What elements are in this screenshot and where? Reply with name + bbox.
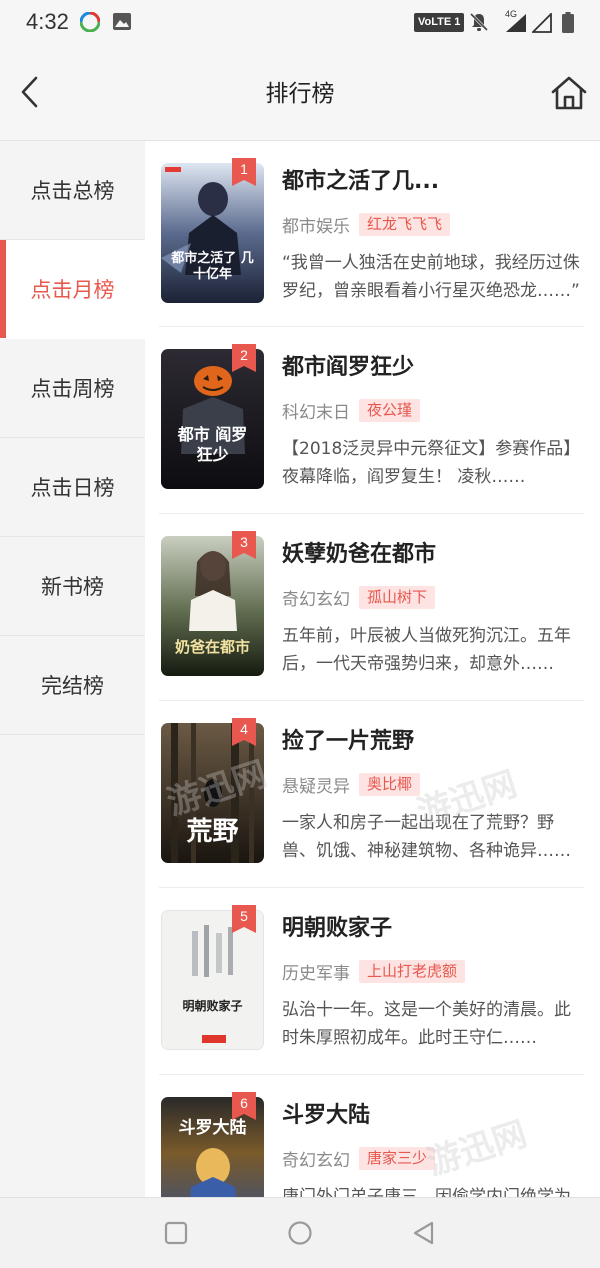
image-notification-icon — [113, 13, 131, 30]
author-tag: 上山打老虎额 — [359, 959, 466, 983]
signal-icon — [505, 13, 527, 33]
sidebar-item-weekly-clicks[interactable]: 点击周榜 — [0, 339, 145, 438]
signal-empty-icon — [530, 11, 552, 33]
triangle-back-icon — [413, 1221, 434, 1245]
book-genre: 悬疑灵异 — [282, 776, 350, 797]
back-nav-button[interactable] — [409, 1218, 439, 1248]
book-ranking-list: 都市之活了 几十亿年 1 都市之活了几... 都市娱乐 红龙飞飞飞 “我曾一人独… — [145, 141, 600, 1197]
author-tag: 夜公瑾 — [359, 398, 421, 422]
cover-title-art: 明朝败家子 — [182, 999, 243, 1013]
sidebar-item-completed[interactable]: 完结榜 — [0, 636, 145, 735]
sidebar-item-label: 点击周榜 — [30, 377, 115, 401]
book-title: 都市阎罗狂少 — [282, 355, 415, 380]
circle-icon — [288, 1221, 312, 1245]
book-title: 斗罗大陆 — [282, 1103, 371, 1128]
cover-title-art: 荒野 — [186, 817, 239, 847]
book-meta: 奇幻玄幻 孤山树下 — [282, 585, 436, 610]
book-title: 妖孽奶爸在都市 — [282, 542, 437, 567]
ranking-category-sidebar: 点击总榜 点击月榜 点击周榜 点击日榜 新书榜 完结榜 — [0, 141, 145, 1197]
battery-icon — [562, 12, 574, 33]
author-tag: 红龙飞飞飞 — [359, 212, 451, 236]
rank-badge: 5 — [232, 905, 256, 933]
sidebar-item-label: 点击日榜 — [30, 476, 115, 500]
volte-badge: VoLTE 1 — [414, 13, 465, 32]
book-genre: 历史军事 — [282, 963, 350, 984]
book-meta: 都市娱乐 红龙飞飞飞 — [282, 212, 451, 237]
cover-title-art: 都市之活了 几十亿年 — [171, 251, 254, 282]
book-title: 捡了一片荒野 — [282, 729, 415, 754]
rank-badge: 3 — [232, 531, 256, 559]
book-genre: 奇幻玄幻 — [282, 1150, 350, 1171]
book-meta: 奇幻玄幻 唐家三少 — [282, 1146, 436, 1171]
book-description: 一家人和房子一起出现在了荒野？野兽、饥饿、神秘建筑物、各种诡异…… — [282, 813, 571, 861]
book-list-item[interactable]: 斗罗大陆 6 斗罗大陆 奇幻玄幻 唐家三少 唐门外门弟子唐三，因偷学内门绝学为唐… — [159, 1075, 584, 1197]
top-nav-bar: 排行榜 — [0, 44, 600, 141]
book-list-item[interactable]: 奶爸在都市 3 妖孽奶爸在都市 奇幻玄幻 孤山树下 五年前，叶辰被人当做死狗沉江… — [159, 514, 584, 701]
recent-apps-button[interactable] — [161, 1218, 191, 1248]
book-meta: 悬疑灵异 奥比椰 — [282, 772, 421, 797]
book-meta: 历史军事 上山打老虎额 — [282, 959, 466, 984]
square-icon — [164, 1221, 188, 1245]
book-genre: 科幻末日 — [282, 402, 350, 423]
book-list-item[interactable]: 都市 阎罗狂少 2 都市阎罗狂少 科幻末日 夜公瑾 【2018泛灵异中元祭征文】… — [159, 327, 584, 514]
home-button[interactable] — [548, 72, 590, 114]
sidebar-item-label: 点击月榜 — [30, 278, 115, 302]
book-description: 弘治十一年。这是一个美好的清晨。此时朱厚照初成年。此时王守仁…… — [282, 1000, 571, 1048]
sidebar-item-label: 完结榜 — [41, 674, 104, 698]
book-description: 五年前，叶辰被人当做死狗沉江。五年后，一代天帝强势归来，却意外…… — [282, 626, 571, 674]
book-genre: 都市娱乐 — [282, 216, 350, 237]
rank-badge: 1 — [232, 158, 256, 186]
home-icon — [551, 76, 587, 110]
status-bar: 4:32 VoLTE 1 4G — [0, 0, 600, 44]
sidebar-item-new-books[interactable]: 新书榜 — [0, 537, 145, 636]
book-list-item[interactable]: 荒野 4 捡了一片荒野 悬疑灵异 奥比椰 一家人和房子一起出现在了荒野？野兽、饥… — [159, 701, 584, 888]
home-nav-button[interactable] — [285, 1218, 315, 1248]
book-description: 【2018泛灵异中元祭征文】参赛作品】 夜幕降临，阎罗复生！ 凌秋…… — [282, 439, 581, 487]
book-list-item[interactable]: 都市之活了 几十亿年 1 都市之活了几... 都市娱乐 红龙飞飞飞 “我曾一人独… — [159, 141, 584, 327]
rank-badge: 4 — [232, 718, 256, 746]
book-genre: 奇幻玄幻 — [282, 589, 350, 610]
author-tag: 孤山树下 — [359, 585, 436, 609]
sidebar-item-daily-clicks[interactable]: 点击日榜 — [0, 438, 145, 537]
author-tag: 唐家三少 — [359, 1146, 436, 1170]
rank-badge: 6 — [232, 1092, 256, 1120]
app-notification-icon — [79, 11, 101, 33]
cover-title-art: 奶爸在都市 — [174, 638, 250, 656]
cover-title-art: 都市 阎罗狂少 — [177, 425, 248, 464]
book-list-item[interactable]: 明朝败家子 5 明朝败家子 历史军事 上山打老虎额 弘治十一年。这是一个美好的清… — [159, 888, 584, 1075]
book-title: 明朝败家子 — [282, 916, 393, 941]
sidebar-item-label: 新书榜 — [41, 575, 104, 599]
system-nav-bar — [0, 1197, 600, 1268]
rank-badge: 2 — [232, 344, 256, 372]
sidebar-item-total-clicks[interactable]: 点击总榜 — [0, 141, 145, 240]
page-title: 排行榜 — [265, 81, 335, 107]
book-description: 唐门外门弟子唐三，因偷学内门绝学为唐门所不容…… — [282, 1187, 571, 1197]
sidebar-item-label: 点击总榜 — [30, 179, 115, 203]
book-meta: 科幻末日 夜公瑾 — [282, 398, 421, 423]
sidebar-item-monthly-clicks[interactable]: 点击月榜 — [0, 240, 145, 339]
bell-muted-icon — [468, 11, 490, 33]
book-title: 都市之活了几... — [282, 169, 440, 194]
author-tag: 奥比椰 — [359, 772, 421, 796]
status-time: 4:32 — [26, 9, 69, 34]
book-description: “我曾一人独活在史前地球，我经历过侏罗纪，曾亲眼看着小行星灭绝恐龙……” — [282, 253, 580, 301]
